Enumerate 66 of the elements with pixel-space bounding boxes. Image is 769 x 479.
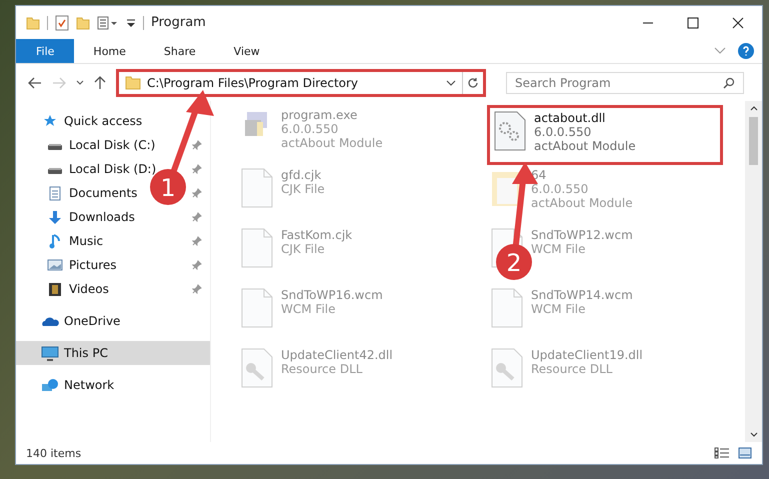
window-title: Program: [151, 15, 206, 30]
picture-icon: [47, 259, 63, 271]
chevron-down-icon[interactable]: [76, 80, 84, 86]
ribbon-tab[interactable]: Share: [144, 39, 215, 63]
music-note-icon: [49, 234, 61, 248]
file-detail: Resource DLL: [531, 362, 614, 376]
sidebar-item[interactable]: Local Disk (D:): [69, 162, 156, 176]
gears-file-icon[interactable]: [494, 111, 526, 151]
sidebar-item[interactable]: Network: [64, 378, 114, 392]
sidebar-item[interactable]: Music: [69, 234, 104, 248]
large-icons-view-icon[interactable]: [738, 447, 752, 459]
down-arrow-icon: [48, 210, 62, 224]
help-icon[interactable]: [738, 43, 754, 59]
sidebar-item[interactable]: This PC: [64, 346, 108, 360]
sidebar-item[interactable]: Quick access: [64, 114, 142, 128]
network-icon: [41, 378, 59, 392]
cloud-icon: [41, 315, 59, 327]
refresh-icon[interactable]: [467, 77, 479, 89]
file-detail: actAbout Module: [531, 196, 633, 210]
scroll-thumb[interactable]: [749, 117, 758, 165]
file-detail: actAbout Module: [281, 136, 383, 150]
scroll-up-icon[interactable]: [750, 105, 758, 111]
properties-icon[interactable]: [97, 16, 119, 30]
checkmark-document-icon[interactable]: [55, 14, 69, 30]
callout-number: 1: [160, 174, 176, 202]
ribbon-tab[interactable]: View: [214, 39, 279, 63]
file-detail: 6.0.0.550: [534, 125, 592, 139]
file-detail: actAbout Module: [534, 139, 636, 153]
star-icon: [43, 114, 57, 128]
file-detail: 6.0.0.550: [531, 182, 590, 196]
sidebar-item[interactable]: Documents: [69, 186, 138, 200]
folder-icon: [125, 76, 141, 90]
scroll-down-icon[interactable]: [750, 432, 758, 438]
search-icon[interactable]: [723, 77, 735, 89]
sidebar-item[interactable]: Pictures: [69, 258, 117, 272]
callout-number: 2: [506, 249, 522, 277]
callout-badge: [496, 244, 532, 280]
maximize-icon[interactable]: [687, 16, 699, 28]
selected-row-highlight[interactable]: This PC: [16, 341, 210, 365]
address-bar[interactable]: C:\Program Files\Program Directory: [116, 69, 486, 97]
up-arrow-icon[interactable]: [94, 76, 106, 90]
file-detail: 6.0.0.550: [281, 122, 340, 136]
ribbon-tab[interactable]: Home: [74, 39, 145, 63]
document-icon: [49, 186, 61, 200]
file-detail: CJK File: [281, 242, 326, 256]
file-detail: WCM File: [531, 242, 586, 256]
close-icon[interactable]: [732, 16, 744, 28]
details-view-icon[interactable]: [714, 447, 730, 459]
file-detail: WCM File: [281, 302, 336, 316]
item-count: 140 items: [26, 446, 82, 460]
sidebar-item[interactable]: Videos: [69, 282, 109, 296]
file-name[interactable]: actabout.dll: [534, 111, 636, 125]
back-arrow-icon[interactable]: [28, 77, 42, 89]
film-icon: [48, 282, 62, 296]
sidebar-item[interactable]: OneDrive: [64, 314, 120, 328]
file-detail: WCM File: [531, 302, 586, 316]
monitor-icon: [41, 346, 59, 360]
search-field[interactable]: Search Program: [506, 72, 744, 94]
sidebar-item[interactable]: Local Disk (C:): [69, 138, 156, 152]
dropdown-icon[interactable]: [126, 16, 136, 28]
sidebar-item[interactable]: Downloads: [69, 210, 135, 224]
file-detail: Resource DLL: [281, 362, 364, 376]
file-detail: CJK File: [281, 182, 325, 196]
chevron-down-icon[interactable]: [446, 80, 456, 86]
scrollbar[interactable]: [745, 101, 762, 442]
ribbon-tab[interactable]: File: [16, 39, 74, 63]
